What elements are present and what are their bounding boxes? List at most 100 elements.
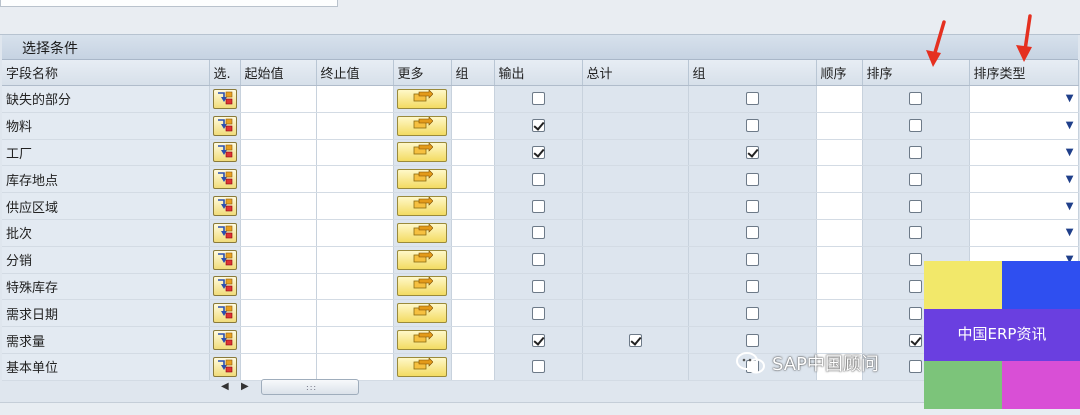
group-input[interactable] [451,246,495,274]
output-checkbox[interactable] [531,279,545,293]
from-value-input[interactable] [240,246,317,274]
order-input[interactable] [816,139,863,167]
group-checkbox[interactable] [745,199,759,213]
dropdown-arrow-icon[interactable]: ▼ [1066,120,1074,131]
output-checkbox[interactable] [531,226,545,240]
header-to-value[interactable]: 终止值 [316,60,394,86]
more-selection-icon[interactable] [397,222,447,243]
group-input[interactable] [451,165,495,194]
header-group-1[interactable]: 组 [451,60,495,86]
order-input[interactable] [816,299,863,328]
sort-checkbox[interactable] [909,119,922,133]
sort-checkbox[interactable] [909,145,922,159]
header-order[interactable]: 顺序 [816,60,863,86]
from-value-input[interactable] [240,219,317,247]
header-total[interactable]: 总计 [582,60,689,86]
header-group-2[interactable]: 组 [688,60,817,86]
from-value-input[interactable] [240,165,317,194]
to-value-input[interactable] [316,165,394,194]
select-options-icon[interactable] [212,330,237,351]
group-checkbox[interactable] [745,279,759,293]
group-input[interactable] [451,112,495,140]
more-selection-icon[interactable] [397,356,447,377]
order-input[interactable] [816,85,863,113]
sort-checkbox[interactable] [909,306,922,320]
more-selection-icon[interactable] [397,142,447,163]
header-from-value[interactable]: 起始值 [240,60,317,86]
output-checkbox[interactable] [531,253,545,267]
group-input[interactable] [451,273,495,301]
more-selection-icon[interactable] [397,330,447,351]
to-value-input[interactable] [316,192,394,220]
sort-type-select[interactable]: ▼ [969,165,1079,194]
dropdown-arrow-icon[interactable]: ▼ [1066,201,1074,212]
group-input[interactable] [451,326,495,354]
select-options-icon[interactable] [212,276,237,297]
to-value-input[interactable] [316,326,394,354]
group-checkbox[interactable] [745,253,759,267]
header-output[interactable]: 输出 [494,60,583,86]
from-value-input[interactable] [240,326,317,354]
sort-type-select[interactable]: ▼ [969,112,1079,140]
to-value-input[interactable] [316,85,394,113]
group-checkbox[interactable] [745,306,759,320]
group-input[interactable] [451,192,495,220]
group-checkbox[interactable] [745,145,759,159]
select-options-icon[interactable] [212,303,237,324]
select-options-icon[interactable] [212,356,237,377]
sort-checkbox[interactable] [909,226,922,240]
from-value-input[interactable] [240,353,317,381]
sort-type-select[interactable]: ▼ [969,85,1079,113]
group-input[interactable] [451,219,495,247]
order-input[interactable] [816,192,863,220]
group-input[interactable] [451,85,495,113]
from-value-input[interactable] [240,139,317,167]
sort-checkbox[interactable] [909,279,922,293]
select-options-icon[interactable] [212,142,237,163]
to-value-input[interactable] [316,246,394,274]
more-selection-icon[interactable] [397,303,447,324]
output-checkbox[interactable] [531,145,545,159]
group-input[interactable] [451,353,495,381]
from-value-input[interactable] [240,299,317,328]
order-input[interactable] [816,246,863,274]
select-options-icon[interactable] [212,169,237,190]
to-value-input[interactable] [316,219,394,247]
group-checkbox[interactable] [745,333,759,347]
sort-checkbox[interactable] [909,253,922,267]
sort-checkbox[interactable] [909,172,922,186]
select-options-icon[interactable] [212,88,237,109]
top-input-field[interactable] [0,0,338,7]
total-checkbox[interactable] [628,333,642,347]
more-selection-icon[interactable] [397,276,447,297]
group-checkbox[interactable] [745,119,759,133]
horizontal-scrollbar[interactable]: ◀ ▶ ::: [215,378,361,395]
header-more[interactable]: 更多 [393,60,452,86]
scroll-left-icon[interactable]: ◀ [221,381,229,392]
select-options-icon[interactable] [212,196,237,217]
more-selection-icon[interactable] [397,196,447,217]
output-checkbox[interactable] [531,172,545,186]
output-checkbox[interactable] [531,360,545,374]
to-value-input[interactable] [316,273,394,301]
from-value-input[interactable] [240,273,317,301]
select-options-icon[interactable] [212,222,237,243]
sort-type-select[interactable]: ▼ [969,139,1079,167]
to-value-input[interactable] [316,353,394,381]
to-value-input[interactable] [316,112,394,140]
from-value-input[interactable] [240,112,317,140]
sort-checkbox[interactable] [909,360,922,374]
order-input[interactable] [816,273,863,301]
scroll-thumb[interactable]: ::: [261,379,359,395]
select-options-icon[interactable] [212,115,237,136]
dropdown-arrow-icon[interactable]: ▼ [1066,147,1074,158]
to-value-input[interactable] [316,299,394,328]
output-checkbox[interactable] [531,333,545,347]
more-selection-icon[interactable] [397,88,447,109]
more-selection-icon[interactable] [397,249,447,270]
order-input[interactable] [816,165,863,194]
order-input[interactable] [816,112,863,140]
output-checkbox[interactable] [531,92,545,106]
dropdown-arrow-icon[interactable]: ▼ [1066,174,1074,185]
header-select[interactable]: 选. [209,60,241,86]
